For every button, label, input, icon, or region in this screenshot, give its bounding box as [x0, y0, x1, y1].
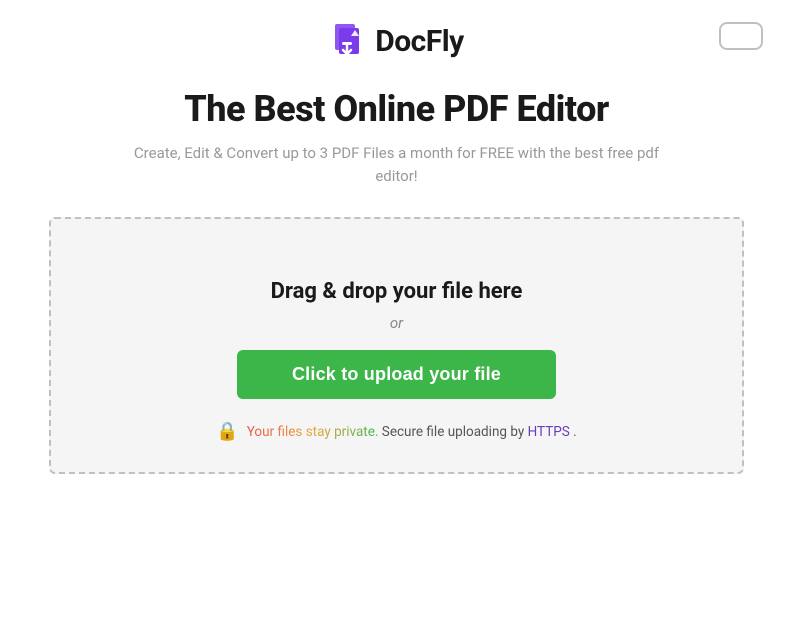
or-label: or — [390, 314, 403, 332]
header: DocFly — [0, 0, 793, 70]
drag-drop-label: Drag & drop your file here — [271, 279, 523, 304]
main-content: The Best Online PDF Editor Create, Edit … — [0, 70, 793, 474]
security-note: 🔒 Your files stay private. Secure file u… — [216, 421, 576, 442]
logo-text: DocFly — [375, 24, 464, 59]
page-subtitle: Create, Edit & Convert up to 3 PDF Files… — [122, 142, 672, 187]
drop-zone[interactable]: Drag & drop your file here or Click to u… — [49, 217, 744, 474]
upload-button[interactable]: Click to upload your file — [237, 350, 556, 399]
lock-icon: 🔒 — [216, 421, 238, 442]
page-title: The Best Online PDF Editor — [184, 88, 609, 130]
logo-icon — [329, 22, 367, 60]
logo: DocFly — [329, 22, 464, 60]
top-right-button[interactable] — [719, 22, 763, 50]
security-text: Your files stay private. Secure file upl… — [247, 424, 577, 440]
